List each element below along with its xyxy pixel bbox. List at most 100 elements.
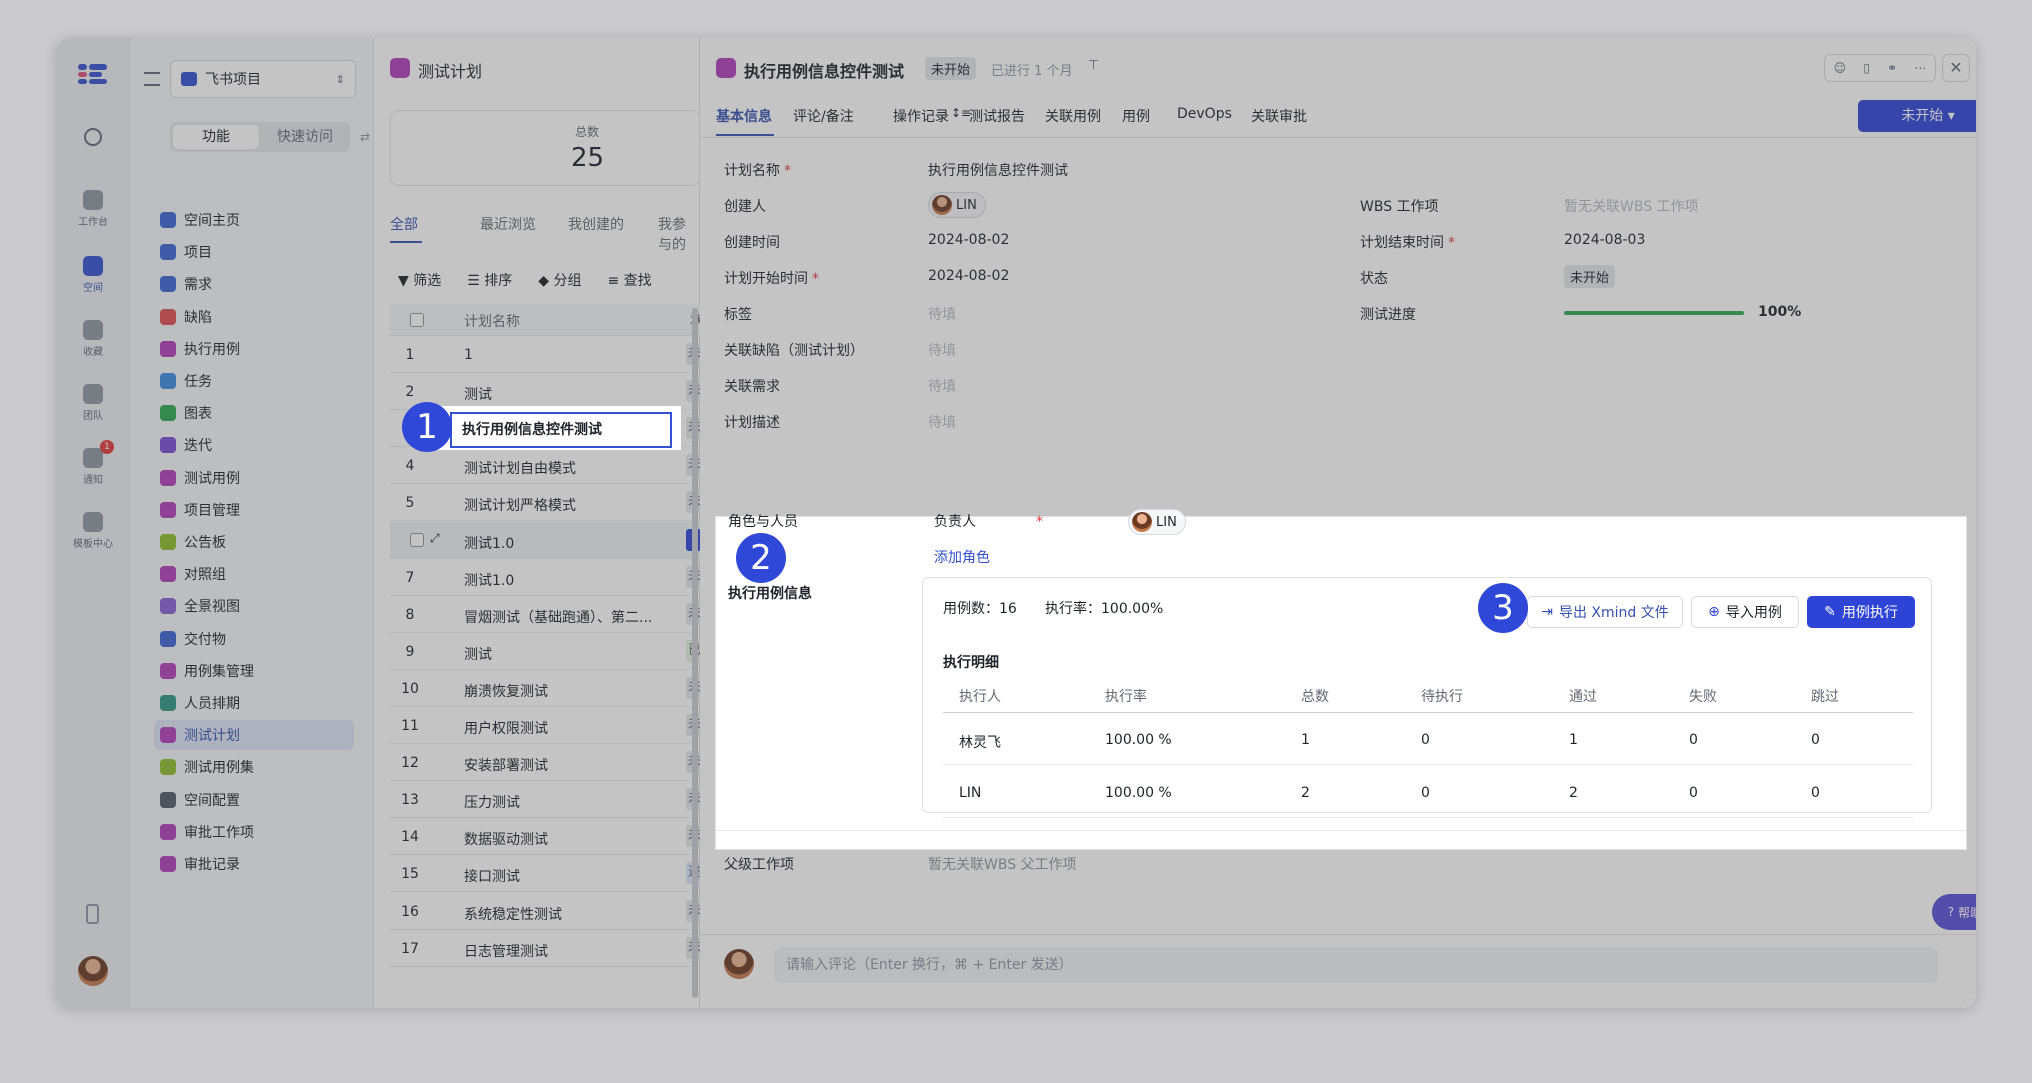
list-tab[interactable]: 我创建的	[568, 214, 624, 234]
nav-item[interactable]: 测试计划	[154, 720, 354, 751]
nav-item[interactable]: 测试用例	[154, 463, 354, 493]
segment-function[interactable]: 功能	[173, 125, 259, 149]
field-end-value[interactable]: 2024-08-03	[1564, 232, 1645, 248]
field-desc-value[interactable]: 待填	[928, 412, 956, 432]
filter-button[interactable]: ▼ 筛选	[398, 270, 441, 290]
rail-notifications[interactable]: 通知	[56, 448, 130, 486]
members-icon[interactable]: ☺	[1834, 61, 1847, 75]
table-row[interactable]: 13压力测试未	[390, 781, 702, 819]
bookmark-icon[interactable]: ▯	[1863, 61, 1870, 75]
table-row[interactable]: 16系统稳定性测试未	[390, 893, 702, 930]
field-tag-value[interactable]: 待填	[928, 304, 956, 324]
detail-tab[interactable]: 用例	[1122, 106, 1150, 126]
table-row[interactable]: 4测试计划自由模式未	[390, 447, 702, 485]
segment-quick[interactable]: 快速访问	[262, 125, 348, 149]
nav-item[interactable]: 执行用例	[154, 334, 354, 364]
nav-item[interactable]: 空间主页	[154, 205, 354, 235]
rail-team[interactable]: 团队	[56, 384, 130, 422]
group-button[interactable]: ◆ 分组	[538, 270, 581, 290]
table-row[interactable]: 5测试计划严格模式未	[390, 484, 702, 522]
detail-tab[interactable]: 测试报告	[969, 106, 1025, 126]
nav-item[interactable]: 需求	[154, 269, 354, 299]
list-tab[interactable]: 全部	[390, 214, 418, 234]
nav-item[interactable]: 测试用例集	[154, 752, 354, 782]
nav-item[interactable]: 项目管理	[154, 495, 354, 525]
close-button[interactable]: ✕	[1942, 54, 1970, 82]
run-cases-button[interactable]: ✎ 用例执行	[1807, 596, 1915, 628]
export-xmind-button[interactable]: ⇥ 导出 Xmind 文件	[1527, 596, 1683, 628]
field-wbs-value[interactable]: 暂无关联WBS 工作项	[1564, 196, 1699, 216]
nav-item[interactable]: 迭代	[154, 430, 354, 460]
detail-tab[interactable]: 关联用例	[1045, 106, 1101, 126]
nav-item[interactable]: 全景视图	[154, 591, 354, 621]
settings-icon[interactable]: ⇄	[360, 130, 370, 144]
field-req-value[interactable]: 待填	[928, 376, 956, 396]
sort-order-icon[interactable]: ↕≡	[951, 106, 971, 120]
help-button[interactable]: ?帮助	[1932, 894, 1976, 930]
detail-tab[interactable]: 基本信息	[716, 106, 772, 126]
comment-input[interactable]: 请输入评论（Enter 换行，⌘ + Enter 发送）	[774, 947, 1938, 983]
table-row[interactable]: 15接口测试进	[390, 855, 702, 893]
select-all-checkbox[interactable]	[410, 313, 424, 327]
list-scrollbar[interactable]	[692, 308, 698, 998]
workspace-selector[interactable]: 飞书项目 ⇕	[170, 60, 356, 98]
nav-item[interactable]: 公告板	[154, 527, 354, 557]
more-icon[interactable]: ⋯	[1914, 61, 1926, 75]
app-logo-icon[interactable]	[78, 62, 108, 86]
table-row[interactable]: 12安装部署测试未	[390, 744, 702, 782]
table-row[interactable]: 9测试已	[390, 633, 702, 670]
field-start-value[interactable]: 2024-08-02	[928, 268, 1009, 284]
sort-button[interactable]: ☰ 排序	[467, 270, 512, 290]
field-bug-value[interactable]: 待填	[928, 340, 956, 360]
nav-item[interactable]: 人员排期	[154, 688, 354, 718]
nav-item[interactable]: 审批工作项	[154, 817, 354, 847]
detail-title[interactable]: 执行用例信息控件测试	[744, 58, 904, 82]
status-dropdown-button[interactable]: 未开始 ▾	[1858, 100, 1976, 132]
nav-item[interactable]: 审批记录	[154, 849, 354, 879]
nav-item[interactable]: 项目	[154, 237, 354, 267]
collapse-icon[interactable]	[144, 72, 160, 86]
detail-tab[interactable]: 评论/备注	[793, 106, 854, 126]
rail-label: 团队	[83, 411, 103, 422]
table-row[interactable]: 11用户权限测试未	[390, 707, 702, 744]
find-button[interactable]: ≡ 查找	[607, 270, 651, 290]
table-row[interactable]: ⤢ 测试1.0	[390, 521, 702, 559]
field-parent-value[interactable]: 暂无关联WBS 父工作项	[928, 854, 1077, 874]
list-tab[interactable]: 我参与的	[658, 214, 699, 254]
phone-icon[interactable]	[86, 904, 99, 924]
expand-icon[interactable]: ⤢	[430, 531, 440, 546]
detail-tab[interactable]: 关联审批	[1251, 106, 1307, 126]
rail-space[interactable]: 空间	[56, 256, 130, 294]
field-plan-name-value[interactable]: 执行用例信息控件测试	[928, 160, 1068, 180]
creator-chip[interactable]: LIN	[928, 192, 986, 219]
table-row[interactable]: 17日志管理测试未	[390, 930, 702, 967]
list-tab[interactable]: 最近浏览	[480, 214, 536, 234]
nav-item[interactable]: 交付物	[154, 624, 354, 654]
rail-workbench[interactable]: 工作台	[56, 190, 130, 228]
table-row[interactable]: 7测试1.0未	[390, 559, 702, 596]
table-row[interactable]: 14数据驱动测试未	[390, 818, 702, 856]
highlighted-row-name[interactable]: 执行用例信息控件测试	[450, 412, 672, 448]
import-cases-button[interactable]: ⊕ 导入用例	[1691, 596, 1799, 628]
rail-templates[interactable]: 模板中心	[56, 512, 130, 550]
owner-chip[interactable]: LIN	[1128, 509, 1186, 536]
table-row[interactable]: 10崩溃恢复测试未	[390, 670, 702, 707]
row-checkbox[interactable]	[410, 532, 424, 547]
detail-tab[interactable]: 操作记录	[893, 106, 949, 126]
nav-item[interactable]: 空间配置	[154, 785, 354, 815]
rail-favorites[interactable]: 收藏	[56, 320, 130, 358]
table-row[interactable]: 11未	[390, 336, 702, 373]
pin-icon[interactable]: ⊤	[1088, 58, 1099, 73]
nav-item[interactable]: 缺陷	[154, 302, 354, 332]
nav-item[interactable]: 任务	[154, 366, 354, 396]
nav-item[interactable]: 用例集管理	[154, 656, 354, 686]
user-avatar[interactable]	[78, 956, 108, 986]
nav-item[interactable]: 图表	[154, 398, 354, 428]
nav-item[interactable]: 对照组	[154, 559, 354, 589]
field-state-value[interactable]: 未开始	[1564, 265, 1616, 288]
add-role-link[interactable]: 添加角色	[934, 547, 990, 567]
link-icon[interactable]: ⚭	[1887, 61, 1897, 75]
table-row[interactable]: 8冒烟测试（基础跑通）、第二...未	[390, 596, 702, 633]
search-icon[interactable]	[84, 128, 102, 146]
detail-tab[interactable]: DevOps	[1177, 106, 1232, 122]
